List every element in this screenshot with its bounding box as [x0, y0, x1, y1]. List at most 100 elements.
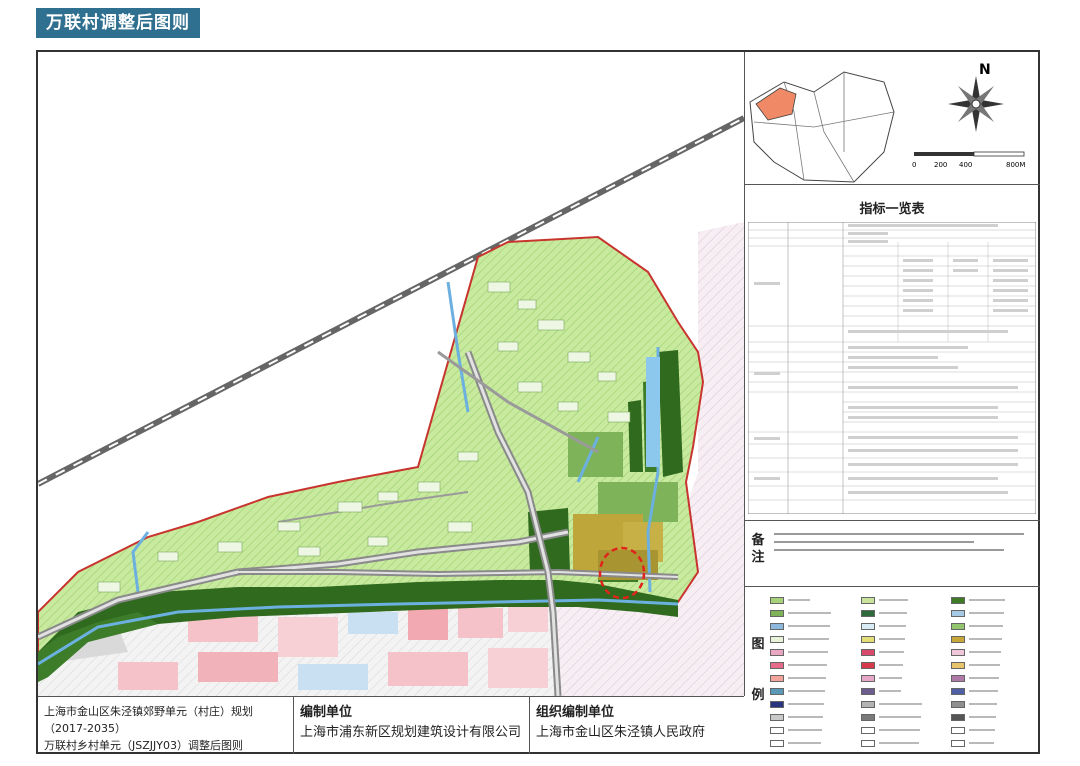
legend-text — [788, 742, 821, 744]
legend-text — [788, 716, 823, 718]
legend-text — [788, 651, 828, 653]
legend-item — [770, 594, 857, 606]
legend-swatch — [770, 739, 784, 747]
plan-sheet: 上海市金山区朱泾镇郊野单元（村庄）规划（2017-2035） 万联村乡村单元（J… — [36, 50, 1040, 754]
legend-swatch — [951, 700, 966, 708]
legend-item — [951, 672, 1038, 684]
editor-cell: 编制单位 上海市浦东新区规划建筑设计有限公司 — [294, 697, 530, 754]
legend-text — [969, 690, 999, 692]
compass-rose — [948, 76, 1004, 132]
legend-text — [878, 677, 902, 679]
legend-item — [770, 711, 857, 723]
land-use-map — [38, 52, 744, 696]
legend-swatch — [951, 622, 966, 630]
legend-item — [951, 607, 1038, 619]
legend-item — [860, 672, 948, 684]
legend-item — [860, 698, 948, 710]
legend-text — [878, 638, 905, 640]
legend-item — [860, 711, 948, 723]
legend-swatch — [860, 674, 875, 682]
legend-swatch — [860, 596, 875, 604]
legend-swatch — [860, 622, 875, 630]
legend-text — [969, 729, 996, 731]
legend-swatch — [860, 739, 875, 747]
legend-swatch — [860, 713, 875, 721]
legend-swatch — [860, 661, 875, 669]
map-legend: 图 例 — [744, 586, 1040, 754]
legend-item — [770, 620, 857, 632]
legend-swatch — [951, 648, 966, 656]
scale-tick-0: 0 — [912, 161, 916, 169]
canal-east — [646, 357, 660, 467]
north-label: N — [979, 62, 991, 78]
legend-label: 图 例 — [751, 637, 765, 703]
legend-text — [878, 599, 908, 601]
location-map: N 0 200 400 800M — [749, 62, 1025, 183]
notes-text — [774, 528, 1034, 557]
notes-label: 备 注 — [751, 533, 765, 565]
legend-swatch — [860, 726, 875, 734]
legend-item — [951, 711, 1038, 723]
legend-item — [860, 646, 948, 658]
plan-title-line-1: 上海市金山区朱泾镇郊野单元（村庄）规划（2017-2035） — [44, 705, 253, 735]
legend-text — [788, 729, 822, 731]
legend-swatch — [951, 726, 966, 734]
legend-swatch — [770, 674, 784, 682]
legend-grid — [770, 594, 1038, 749]
legend-text — [969, 612, 1005, 614]
editor-label: 编制单位 — [300, 705, 353, 720]
legend-swatch — [860, 687, 875, 695]
legend-text — [969, 625, 1004, 627]
legend-item — [951, 698, 1038, 710]
legend-swatch — [951, 713, 966, 721]
legend-item — [770, 646, 857, 658]
organizer-cell: 组织编制单位 上海市金山区朱泾镇人民政府 — [530, 697, 744, 754]
legend-swatch — [860, 648, 875, 656]
legend-text — [788, 677, 826, 679]
legend-swatch — [951, 635, 966, 643]
legend-item — [860, 685, 948, 697]
legend-swatch — [770, 687, 784, 695]
legend-text — [969, 664, 1001, 666]
map-canvas[interactable] — [38, 52, 745, 696]
organizer-label: 组织编制单位 — [536, 705, 615, 720]
legend-swatch — [951, 674, 966, 682]
legend-text — [878, 612, 907, 614]
legend-item — [951, 685, 1038, 697]
legend-text — [969, 742, 995, 744]
page-title: 万联村调整后图则 — [36, 8, 200, 38]
legend-text — [788, 599, 810, 601]
legend-item — [860, 633, 948, 645]
legend-swatch — [860, 635, 875, 643]
legend-item — [860, 659, 948, 671]
legend-swatch — [770, 726, 784, 734]
legend-swatch — [770, 609, 784, 617]
legend-swatch — [951, 609, 966, 617]
legend-item — [770, 607, 857, 619]
side-panel: N 0 200 400 800M 指标一览表 备 注 图 例 — [744, 52, 1040, 754]
legend-item — [951, 659, 1038, 671]
legend-text — [878, 729, 920, 731]
legend-item — [860, 620, 948, 632]
legend-text — [969, 638, 1003, 640]
legend-item — [951, 724, 1038, 736]
legend-text — [878, 716, 921, 718]
legend-item — [860, 724, 948, 736]
legend-swatch — [951, 739, 966, 747]
legend-item — [860, 737, 948, 749]
legend-text — [878, 703, 922, 705]
legend-text — [969, 651, 1002, 653]
scale-tick-200: 200 — [934, 161, 947, 169]
legend-swatch — [770, 700, 784, 708]
legend-swatch — [951, 661, 966, 669]
legend-text — [878, 651, 904, 653]
title-block: 上海市金山区朱泾镇郊野单元（村庄）规划（2017-2035） 万联村乡村单元（J… — [38, 696, 744, 754]
legend-item — [770, 659, 857, 671]
legend-item — [951, 633, 1038, 645]
index-table-title: 指标一览表 — [859, 202, 925, 217]
organizer-org: 上海市金山区朱泾镇人民政府 — [536, 725, 706, 740]
index-table: 指标一览表 — [744, 184, 1040, 521]
legend-item — [951, 620, 1038, 632]
editor-org: 上海市浦东新区规划建筑设计有限公司 — [300, 725, 522, 740]
legend-text — [878, 742, 919, 744]
